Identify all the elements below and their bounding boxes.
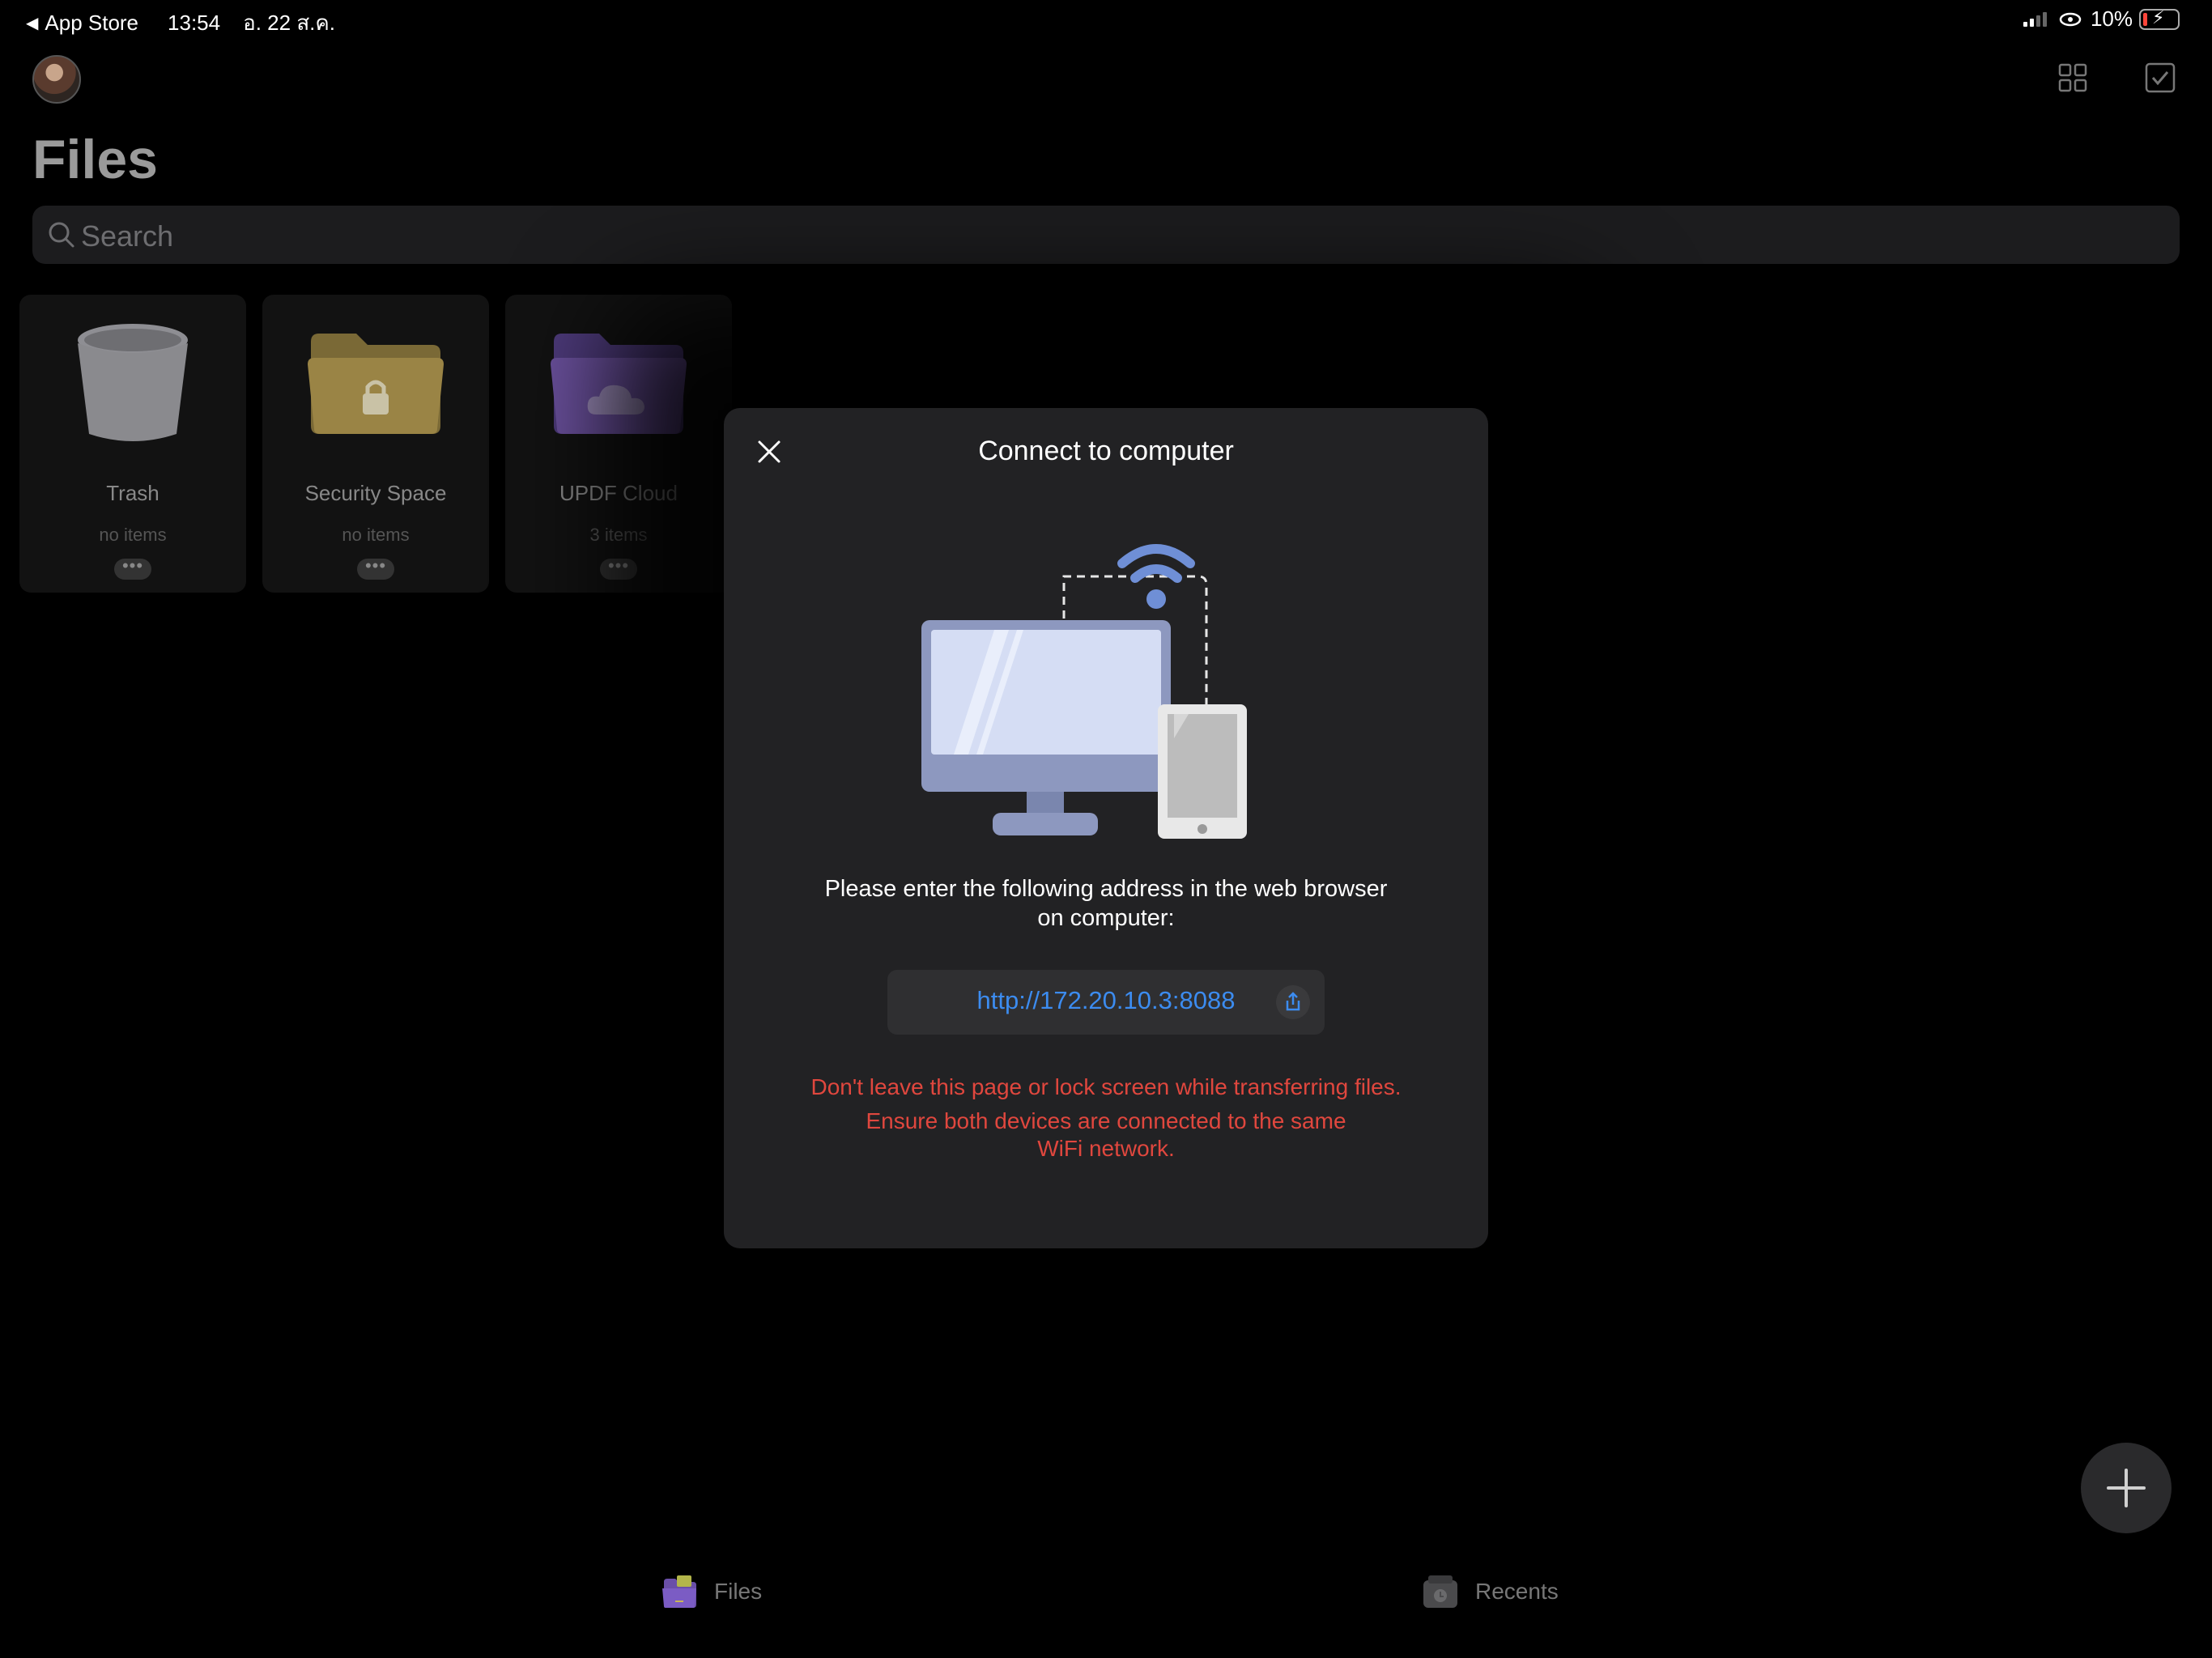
battery-percent: 10% <box>2090 6 2133 31</box>
warning-text-lock-screen: Don't leave this page or lock screen whi… <box>810 1074 1402 1099</box>
recents-tab-icon <box>1423 1575 1457 1608</box>
more-options-button[interactable]: ••• <box>114 557 151 580</box>
plus-icon <box>2107 1469 2146 1507</box>
more-options-button[interactable]: ••• <box>357 557 394 580</box>
tab-files[interactable]: Files <box>661 1574 762 1609</box>
status-time: 13:54 <box>168 11 221 35</box>
back-arrow-icon[interactable]: ◀ <box>26 13 38 33</box>
computer-wifi-illustration <box>921 544 1247 839</box>
search-icon <box>49 222 74 248</box>
status-bar: ◀ App Store 13:54 อ. 22 ส.ค. 10% ⚡ <box>0 0 2212 40</box>
avatar[interactable] <box>32 55 81 104</box>
tab-recents[interactable]: Recents <box>1422 1574 1559 1609</box>
warning-text-wifi: Ensure both devices are connected to the… <box>866 1108 1346 1161</box>
tab-recents-label: Recents <box>1475 1579 1559 1604</box>
address-box[interactable]: http://172.20.10.3:8088 <box>887 970 1325 1035</box>
trash-icon <box>78 324 188 441</box>
instruction-text: Please enter the following address in th… <box>824 876 1388 931</box>
cellular-signal-icon <box>2023 11 2047 27</box>
cloud-folder-icon <box>551 334 687 434</box>
back-app-link[interactable]: App Store <box>45 11 138 36</box>
connect-to-computer-dialog: Connect to computer Please enter the fol… <box>724 408 1488 1248</box>
page-title: Files <box>32 129 158 190</box>
dialog-title: Connect to computer <box>978 436 1234 466</box>
tab-files-label: Files <box>714 1579 763 1604</box>
folder-card-trash[interactable]: Trash no items ••• <box>19 295 246 593</box>
add-button[interactable] <box>2081 1443 2172 1533</box>
battery-icon: ⚡ <box>2139 7 2180 30</box>
grid-view-icon[interactable] <box>2057 62 2089 94</box>
server-address-link[interactable]: http://172.20.10.3:8088 <box>887 986 1325 1015</box>
checkbox-select-icon[interactable] <box>2144 62 2176 94</box>
status-date: อ. 22 ส.ค. <box>243 11 336 35</box>
share-icon[interactable] <box>1276 985 1310 1019</box>
files-tab-icon <box>662 1575 696 1608</box>
link-icon <box>2059 12 2082 26</box>
folder-card-updf-cloud[interactable]: UPDF Cloud 3 items ••• <box>505 295 732 593</box>
folder-card-security-space[interactable]: Security Space no items ••• <box>262 295 489 593</box>
locked-folder-icon <box>308 334 444 434</box>
search-placeholder: Search <box>81 219 174 253</box>
search-input[interactable]: Search <box>32 206 2180 264</box>
more-options-button[interactable]: ••• <box>600 557 637 580</box>
